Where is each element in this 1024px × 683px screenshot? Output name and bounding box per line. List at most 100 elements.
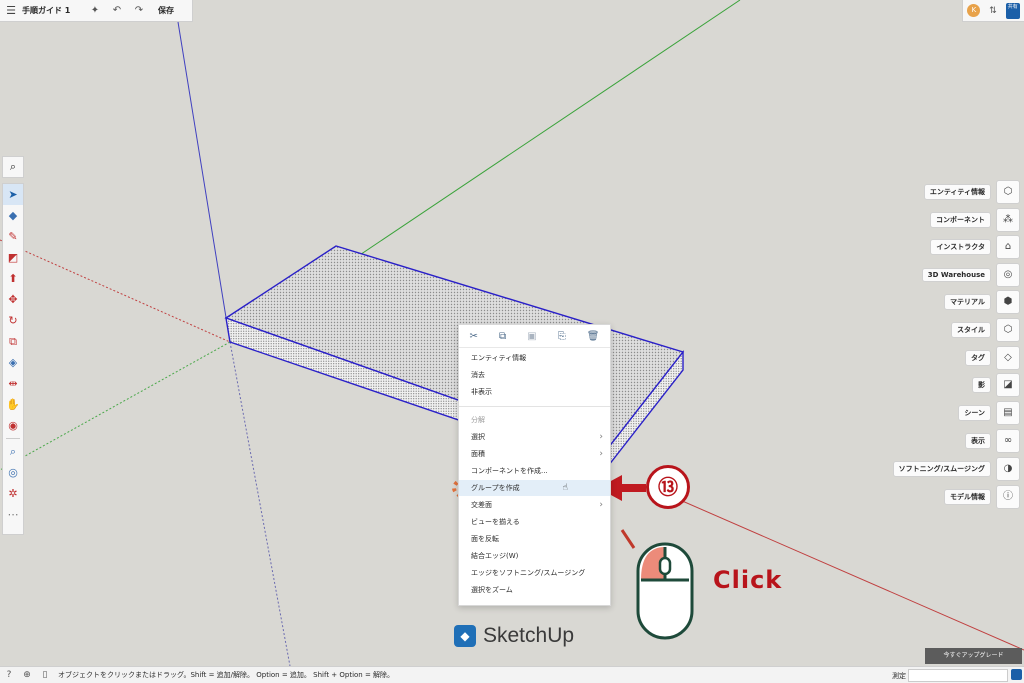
undo-icon[interactable]: ↶ (106, 5, 128, 16)
panel-materials[interactable]: マテリアル ⬢ (944, 290, 1020, 314)
measure-label: 測定 (892, 672, 906, 680)
panel-components[interactable]: コンポーネント ⁂ (930, 208, 1020, 232)
mouse-illustration (620, 529, 694, 640)
grad-cap-icon[interactable]: ⌂ (996, 235, 1020, 259)
tag-icon[interactable]: ◇ (996, 346, 1020, 370)
panel-label: マテリアル (944, 294, 991, 310)
panel-shadows[interactable]: 影 ◪ (972, 373, 1020, 397)
panel-entity-info[interactable]: エンティティ情報 ⬡ (923, 180, 1020, 204)
upgrade-button[interactable]: 今すぐアップグレード (925, 648, 1022, 664)
eraser-icon: ◆ (8, 209, 18, 222)
panel-soften[interactable]: ソフトニング/スムージング ◑ (892, 457, 1020, 481)
menu-item-erase[interactable]: 消去 (459, 367, 610, 383)
material-icon[interactable]: ⬢ (996, 290, 1020, 314)
shadow-icon[interactable]: ◪ (996, 373, 1020, 397)
share-button[interactable]: 共有 (1005, 2, 1020, 19)
glasses-icon[interactable]: ∞ (996, 429, 1020, 453)
collab-icon[interactable]: ⇅ (989, 6, 997, 16)
top-right-bar: K ⇅ 共有 (962, 0, 1024, 22)
panel-label: ソフトニング/スムージング (892, 461, 991, 477)
eraser-tool[interactable]: ◆ (3, 205, 23, 226)
walk-tool[interactable]: ✲ (3, 483, 23, 504)
soften-icon[interactable]: ◑ (996, 457, 1020, 481)
status-message: オブジェクトをクリックまたはドラッグ。Shift = 追加/解除。 Option… (58, 671, 395, 679)
panel-label: タグ (965, 350, 991, 366)
help-icon[interactable]: ? (0, 670, 18, 680)
paste-icon[interactable]: ▣ (527, 331, 536, 342)
status-bar: ? ⊕ ▯ オブジェクトをクリックまたはドラッグ。Shift = 追加/解除。 … (0, 666, 1024, 683)
redo-icon[interactable]: ↷ (128, 5, 150, 16)
menu-item-zoom-selection[interactable]: 選択をズーム (459, 582, 610, 598)
panel-display[interactable]: 表示 ∞ (965, 429, 1020, 453)
menu-item-entity-info[interactable]: エンティティ情報 (459, 350, 610, 366)
top-toolbar: ☰ 手順ガイド 1 ✦ ↶ ↷ 保存 (0, 0, 193, 22)
left-toolbar: ➤ ◆ ✎ ◩ ⬆ ✥ ↻ ⧉ ◈ ⇹ ✋ ◉ ⌕ ◎ ✲ ⋯ (2, 183, 24, 535)
paste-in-place-icon[interactable]: ⎘ (558, 331, 566, 342)
pushpull-tool[interactable]: ⬆ (3, 268, 23, 289)
pencil-tool[interactable]: ✎ (3, 226, 23, 247)
green-axis-dashed (0, 341, 231, 471)
hamburger-menu-icon[interactable]: ☰ (0, 4, 22, 17)
search-icon: ⌕ (9, 160, 17, 173)
orbit-tool[interactable]: ✋ (3, 394, 23, 415)
menu-item-hide[interactable]: 非表示 (459, 384, 610, 400)
sketchup-logo-icon: ◆ (454, 625, 476, 647)
document-title[interactable]: 手順ガイド 1 (22, 5, 84, 16)
sketchup-logo: ◆ SketchUp (454, 624, 574, 648)
chevron-right-icon: › (599, 432, 603, 442)
copy-icon[interactable]: ⧉ (499, 331, 506, 342)
select-tool[interactable]: ➤ (3, 184, 23, 205)
orbit-icon: ✋ (6, 398, 20, 411)
tape-icon: ◉ (8, 419, 18, 432)
move-tool[interactable]: ✥ (3, 289, 23, 310)
menu-item-make-group[interactable]: グループを作成 ☝ (459, 480, 610, 496)
panel-scenes[interactable]: シーン ▤ (958, 401, 1020, 425)
menu-item-select[interactable]: 選択 › (459, 429, 610, 445)
avatar[interactable]: K (967, 4, 981, 17)
menu-item-make-component[interactable]: コンポーネントを作成... (459, 463, 610, 479)
warehouse-icon[interactable]: ◎ (996, 263, 1020, 287)
context-menu: ✂ ⧉ ▣ ⎘ 🗑 エンティティ情報 消去 非表示 分解 選択 › 面積 › コンポ… (458, 324, 611, 606)
style-icon[interactable]: ⬡ (996, 318, 1020, 342)
panel-tags[interactable]: タグ ◇ (965, 346, 1020, 370)
menu-item-soften-edges[interactable]: エッジをソフトニング/スムージング (459, 565, 610, 581)
right-panel-strip: エンティティ情報 ⬡ コンポーネント ⁂ インストラクタ ⌂ 3D Wareho… (880, 180, 1020, 510)
panel-label: コンポーネント (930, 212, 991, 228)
cube-icon[interactable]: ⬡ (996, 180, 1020, 204)
menu-item-explode: 分解 (471, 416, 485, 424)
paint-icon: ◈ (8, 356, 18, 369)
mouse-icon: ▯ (42, 670, 48, 680)
more-tools[interactable]: ⋯ (3, 504, 23, 525)
paint-tool[interactable]: ◈ (3, 352, 23, 373)
search-tool-button[interactable]: ⌕ (2, 156, 24, 178)
menu-item-align-view[interactable]: ビューを揃える (459, 514, 610, 530)
menu-item-intersect-faces[interactable]: 交差面 › (459, 497, 610, 513)
brand-name: SketchUp (483, 624, 575, 647)
rotate-tool[interactable]: ↻ (3, 310, 23, 331)
scale-tool[interactable]: ⧉ (3, 331, 23, 352)
menu-item-weld-edges[interactable]: 結合エッジ(W) (459, 548, 610, 564)
menu-item-reverse-faces[interactable]: 面を反転 (459, 531, 610, 547)
sparkle-icon[interactable]: ✦ (84, 5, 106, 16)
panel-styles[interactable]: スタイル ⬡ (951, 318, 1020, 342)
panel-label: エンティティ情報 (923, 184, 991, 200)
globe-icon[interactable]: ⊕ (18, 670, 36, 680)
scene-icon[interactable]: ▤ (996, 401, 1020, 425)
cut-icon[interactable]: ✂ (470, 331, 478, 342)
delete-icon[interactable]: 🗑 (587, 331, 600, 342)
section-tool[interactable]: ⇹ (3, 373, 23, 394)
compass-icon: ◎ (8, 466, 18, 479)
panel-model-info[interactable]: モデル情報 ⓘ (944, 485, 1020, 509)
panel-label: シーン (958, 405, 991, 421)
zoom-tool[interactable]: ⌕ (3, 441, 23, 462)
measurements-input[interactable] (908, 669, 1008, 682)
save-button[interactable]: 保存 (158, 5, 174, 16)
compass-tool[interactable]: ◎ (3, 462, 23, 483)
menu-item-area[interactable]: 面積 › (459, 446, 610, 462)
panel-3d-warehouse[interactable]: 3D Warehouse ◎ (921, 263, 1020, 287)
tape-tool[interactable]: ◉ (3, 415, 23, 436)
info-icon[interactable]: ⓘ (996, 485, 1020, 509)
components-icon[interactable]: ⁂ (996, 208, 1020, 232)
panel-instructor[interactable]: インストラクタ ⌂ (930, 235, 1020, 259)
rectangle-tool[interactable]: ◩ (3, 247, 23, 268)
